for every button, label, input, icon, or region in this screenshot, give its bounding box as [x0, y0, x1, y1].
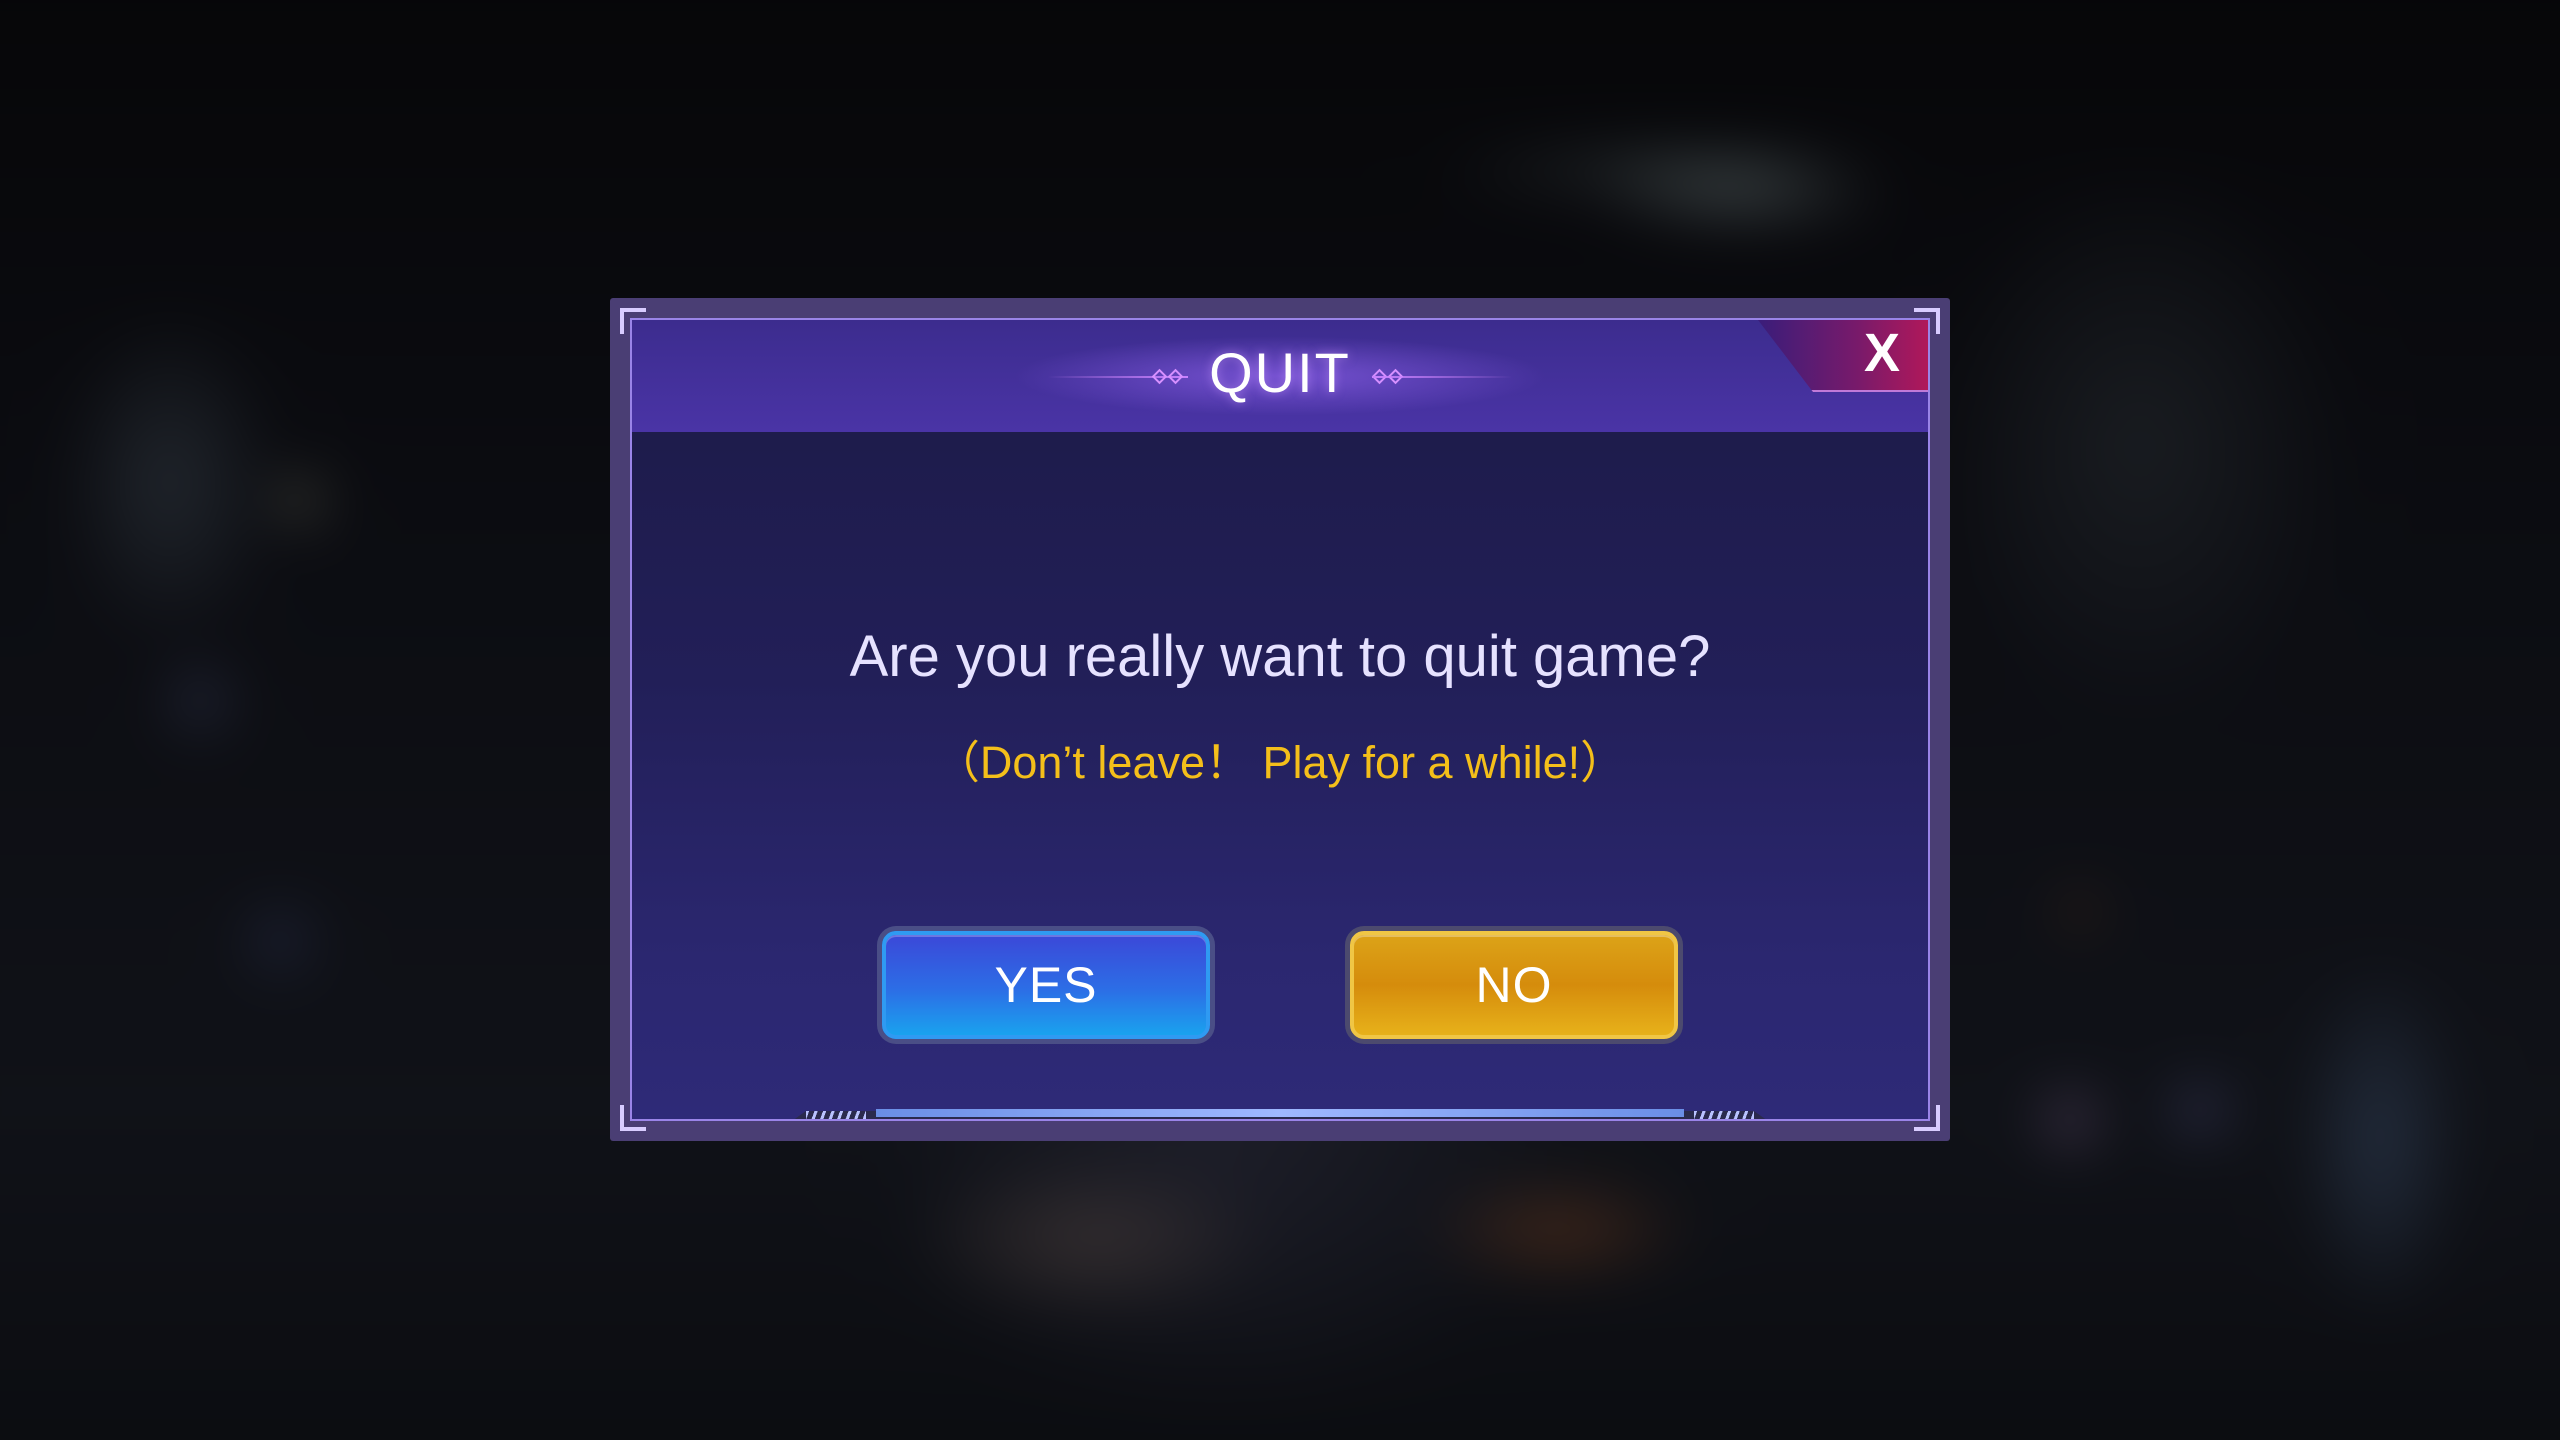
close-icon[interactable]: X: [1864, 326, 1900, 380]
dialog-title: QUIT: [1209, 341, 1351, 404]
dialog-body: QUIT X Are you really want to quit game?…: [630, 318, 1930, 1121]
quit-dialog: QUIT X Are you really want to quit game?…: [610, 298, 1950, 1141]
quit-sub-message: （Don’t leave！ Play for a while!）: [934, 737, 1626, 788]
dialog-header: QUIT X: [632, 320, 1928, 432]
no-button[interactable]: NO: [1350, 931, 1678, 1039]
game-scene: QUIT X Are you really want to quit game?…: [0, 0, 2560, 1440]
bottom-decoration-bar: [792, 1107, 1768, 1119]
yes-button[interactable]: YES: [882, 931, 1210, 1039]
quit-confirmation-message: Are you really want to quit game?: [849, 624, 1711, 689]
